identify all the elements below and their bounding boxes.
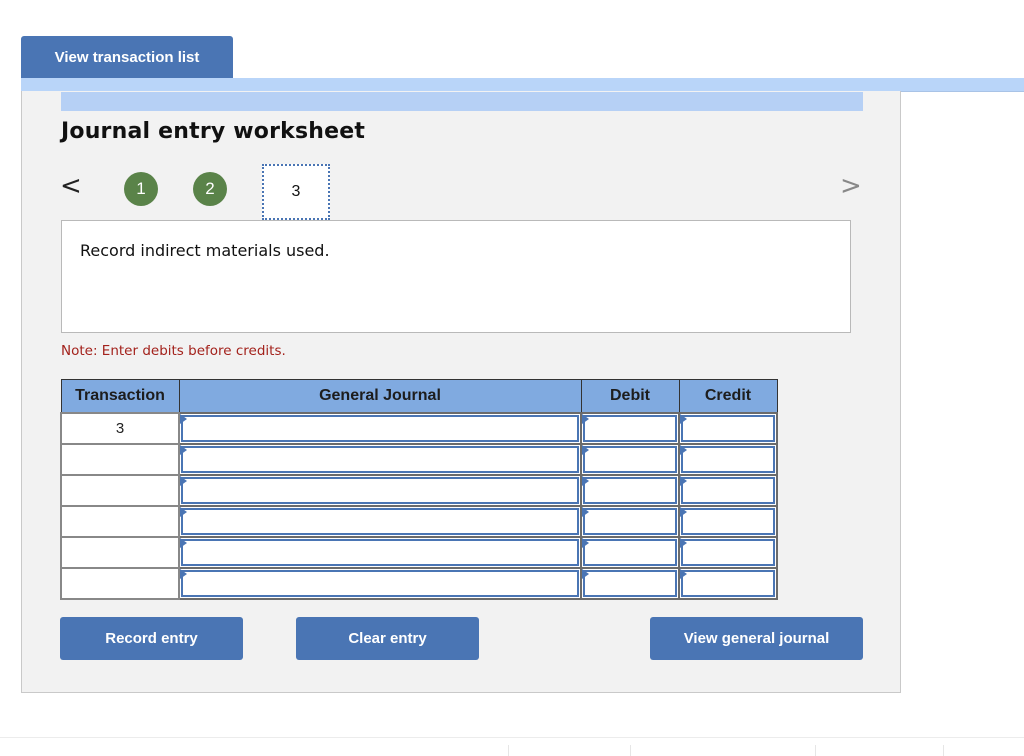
transaction-cell: 3 [60, 412, 180, 445]
debit-input[interactable] [583, 415, 677, 442]
credit-input[interactable] [681, 508, 775, 535]
dropdown-indicator-icon [582, 507, 589, 517]
dropdown-indicator-icon [582, 476, 589, 486]
credit-cell [678, 567, 778, 600]
dropdown-indicator-icon [582, 414, 589, 424]
header-band [21, 78, 1024, 92]
debit-cell [580, 505, 680, 538]
transaction-cell [60, 536, 180, 569]
dropdown-indicator-icon [582, 445, 589, 455]
debit-input[interactable] [583, 539, 677, 566]
panel-header-band [61, 92, 863, 111]
column-header-credit: Credit [678, 379, 778, 414]
general-journal-input[interactable] [181, 446, 579, 473]
column-header-transaction: Transaction [60, 379, 180, 414]
footer-column-divider [815, 745, 816, 756]
credit-cell [678, 474, 778, 507]
worksheet-title: Journal entry worksheet [61, 119, 366, 144]
dropdown-indicator-icon [180, 507, 187, 517]
table-row [60, 443, 778, 476]
journal-entry-worksheet-panel: Journal entry worksheet < 1 2 3 > Record… [21, 91, 901, 693]
footer-divider [0, 737, 1024, 738]
table-row [60, 505, 778, 538]
credit-input[interactable] [681, 570, 775, 597]
chevron-right-icon[interactable]: > [840, 171, 862, 201]
general-journal-cell [178, 505, 582, 538]
table-row [60, 567, 778, 600]
chevron-left-icon[interactable]: < [60, 171, 82, 201]
column-header-general-journal: General Journal [178, 379, 582, 414]
dropdown-indicator-icon [180, 538, 187, 548]
debit-input[interactable] [583, 477, 677, 504]
dropdown-indicator-icon [582, 538, 589, 548]
general-journal-cell [178, 443, 582, 476]
dropdown-indicator-icon [680, 507, 687, 517]
dropdown-indicator-icon [180, 414, 187, 424]
dropdown-indicator-icon [180, 476, 187, 486]
credit-cell [678, 505, 778, 538]
column-header-debit: Debit [580, 379, 680, 414]
step-3-current[interactable]: 3 [262, 164, 330, 220]
transaction-cell [60, 567, 180, 600]
general-journal-input[interactable] [181, 570, 579, 597]
credit-input[interactable] [681, 539, 775, 566]
transaction-description: Record indirect materials used. [80, 241, 330, 260]
debits-credits-note: Note: Enter debits before credits. [61, 343, 286, 359]
view-general-journal-button[interactable]: View general journal [650, 617, 863, 660]
credit-input[interactable] [681, 477, 775, 504]
dropdown-indicator-icon [180, 569, 187, 579]
debit-cell [580, 443, 680, 476]
debit-cell [580, 536, 680, 569]
general-journal-input[interactable] [181, 539, 579, 566]
footer-column-divider [630, 745, 631, 756]
debit-input[interactable] [583, 570, 677, 597]
debit-cell [580, 474, 680, 507]
table-header-row: Transaction General Journal Debit Credit [60, 379, 778, 414]
footer-column-divider [508, 745, 509, 756]
transaction-cell [60, 474, 180, 507]
debit-cell [580, 567, 680, 600]
view-transaction-list-button[interactable]: View transaction list [21, 36, 233, 78]
general-journal-input[interactable] [181, 477, 579, 504]
credit-input[interactable] [681, 415, 775, 442]
dropdown-indicator-icon [680, 414, 687, 424]
footer-column-divider [943, 745, 944, 756]
dropdown-indicator-icon [180, 445, 187, 455]
transaction-description-box: Record indirect materials used. [61, 220, 851, 333]
credit-cell [678, 536, 778, 569]
dropdown-indicator-icon [582, 569, 589, 579]
debit-input[interactable] [583, 446, 677, 473]
clear-entry-button[interactable]: Clear entry [296, 617, 479, 660]
general-journal-input[interactable] [181, 415, 579, 442]
step-1-completed[interactable]: 1 [124, 172, 158, 206]
transaction-cell [60, 505, 180, 538]
transaction-cell [60, 443, 180, 476]
general-journal-cell [178, 536, 582, 569]
dropdown-indicator-icon [680, 476, 687, 486]
table-row [60, 474, 778, 507]
credit-cell [678, 412, 778, 445]
credit-input[interactable] [681, 446, 775, 473]
general-journal-cell [178, 567, 582, 600]
general-journal-input[interactable] [181, 508, 579, 535]
journal-entry-table: Transaction General Journal Debit Credit… [60, 379, 778, 600]
record-entry-button[interactable]: Record entry [60, 617, 243, 660]
step-2-completed[interactable]: 2 [193, 172, 227, 206]
debit-input[interactable] [583, 508, 677, 535]
table-row [60, 536, 778, 569]
table-row: 3 [60, 412, 778, 445]
dropdown-indicator-icon [680, 445, 687, 455]
general-journal-cell [178, 474, 582, 507]
dropdown-indicator-icon [680, 538, 687, 548]
credit-cell [678, 443, 778, 476]
dropdown-indicator-icon [680, 569, 687, 579]
general-journal-cell [178, 412, 582, 445]
debit-cell [580, 412, 680, 445]
